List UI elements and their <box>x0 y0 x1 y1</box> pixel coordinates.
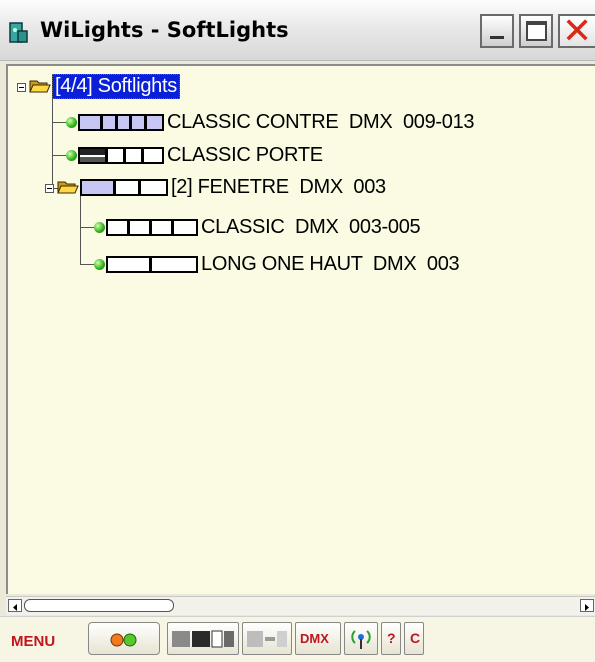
help-button[interactable]: ? <box>381 622 401 655</box>
close-button[interactable]: ✕ <box>558 11 595 52</box>
layout-view-icon <box>247 631 287 647</box>
app-icon <box>9 22 28 43</box>
fixture-strip-icon <box>80 178 168 196</box>
fixture-strip-icon <box>106 218 198 236</box>
wireless-button[interactable] <box>344 622 378 655</box>
status-leds-button[interactable] <box>88 622 160 655</box>
fixture-strip-icon <box>106 255 198 273</box>
title-bar[interactable]: WiLights - SoftLights ✕ <box>0 0 595 61</box>
fixture-strip-icon <box>78 146 164 164</box>
tree-connector <box>80 264 94 265</box>
minimize-button[interactable] <box>480 14 514 48</box>
arrow-left-icon <box>13 604 17 611</box>
tree-connector <box>52 122 66 123</box>
tree-item[interactable]: CLASSIC CONTRE DMX 009-013 <box>66 108 475 136</box>
tree-root[interactable]: [4/4] Softlights <box>29 72 180 100</box>
close-icon: ✕ <box>562 11 593 52</box>
maximize-button[interactable] <box>519 14 553 48</box>
window-title: WiLights - SoftLights <box>40 18 289 42</box>
fixture-view-button[interactable] <box>167 622 239 655</box>
tree-item[interactable]: CLASSIC DMX 003-005 <box>94 213 421 241</box>
menu-button[interactable]: MENU <box>11 633 55 650</box>
c-button-label: C <box>410 630 421 646</box>
tree-root-label: [4/4] Softlights <box>52 73 180 99</box>
layout-view-button[interactable] <box>242 622 292 655</box>
fixture-view-icon <box>172 630 234 648</box>
dmx-button-label: DMX <box>300 631 329 646</box>
status-led-icon <box>66 116 77 128</box>
horizontal-scrollbar[interactable] <box>6 596 595 615</box>
tree-item-label: LONG ONE HAUT DMX 003 <box>201 252 460 275</box>
scroll-right-button[interactable] <box>580 599 594 612</box>
app-window: WiLights - SoftLights ✕ [4/4] Softlights <box>0 0 595 662</box>
tree-item-label: [2] FENETRE DMX 003 <box>171 175 386 198</box>
open-folder-icon <box>57 181 79 194</box>
tree-item-label: CLASSIC CONTRE DMX 009-013 <box>167 110 475 133</box>
scroll-thumb[interactable] <box>24 599 174 612</box>
status-led-icon <box>94 221 105 233</box>
c-button[interactable]: C <box>404 622 424 655</box>
collapse-toggle[interactable] <box>17 83 26 92</box>
wireless-antenna-icon <box>351 630 371 649</box>
status-leds-icon <box>110 633 137 647</box>
tree-item[interactable]: CLASSIC PORTE <box>66 141 323 169</box>
arrow-right-icon <box>585 604 589 611</box>
tree-item[interactable]: LONG ONE HAUT DMX 003 <box>94 250 460 278</box>
tree-item-label: CLASSIC PORTE <box>167 143 323 166</box>
tree-connector <box>80 196 81 264</box>
bottom-toolbar: MENU DMX ? C <box>0 616 595 662</box>
collapse-toggle[interactable] <box>45 184 54 193</box>
status-led-icon <box>66 149 77 161</box>
status-led-icon <box>94 258 105 270</box>
fixture-strip-icon <box>78 113 164 131</box>
tree-connector <box>52 94 53 186</box>
help-button-label: ? <box>387 630 396 646</box>
dmx-button[interactable]: DMX <box>295 622 341 655</box>
tree-connector <box>52 155 66 156</box>
open-folder-icon <box>29 80 51 93</box>
maximize-icon <box>526 21 547 41</box>
tree-group-item[interactable]: [2] FENETRE DMX 003 <box>57 173 386 201</box>
tree-item-label: CLASSIC DMX 003-005 <box>201 215 421 238</box>
minimize-icon <box>490 36 504 39</box>
softlights-tree[interactable]: [4/4] Softlights CLASSIC CONTRE DMX 009-… <box>6 64 595 594</box>
scroll-left-button[interactable] <box>8 599 22 612</box>
tree-connector <box>80 227 94 228</box>
